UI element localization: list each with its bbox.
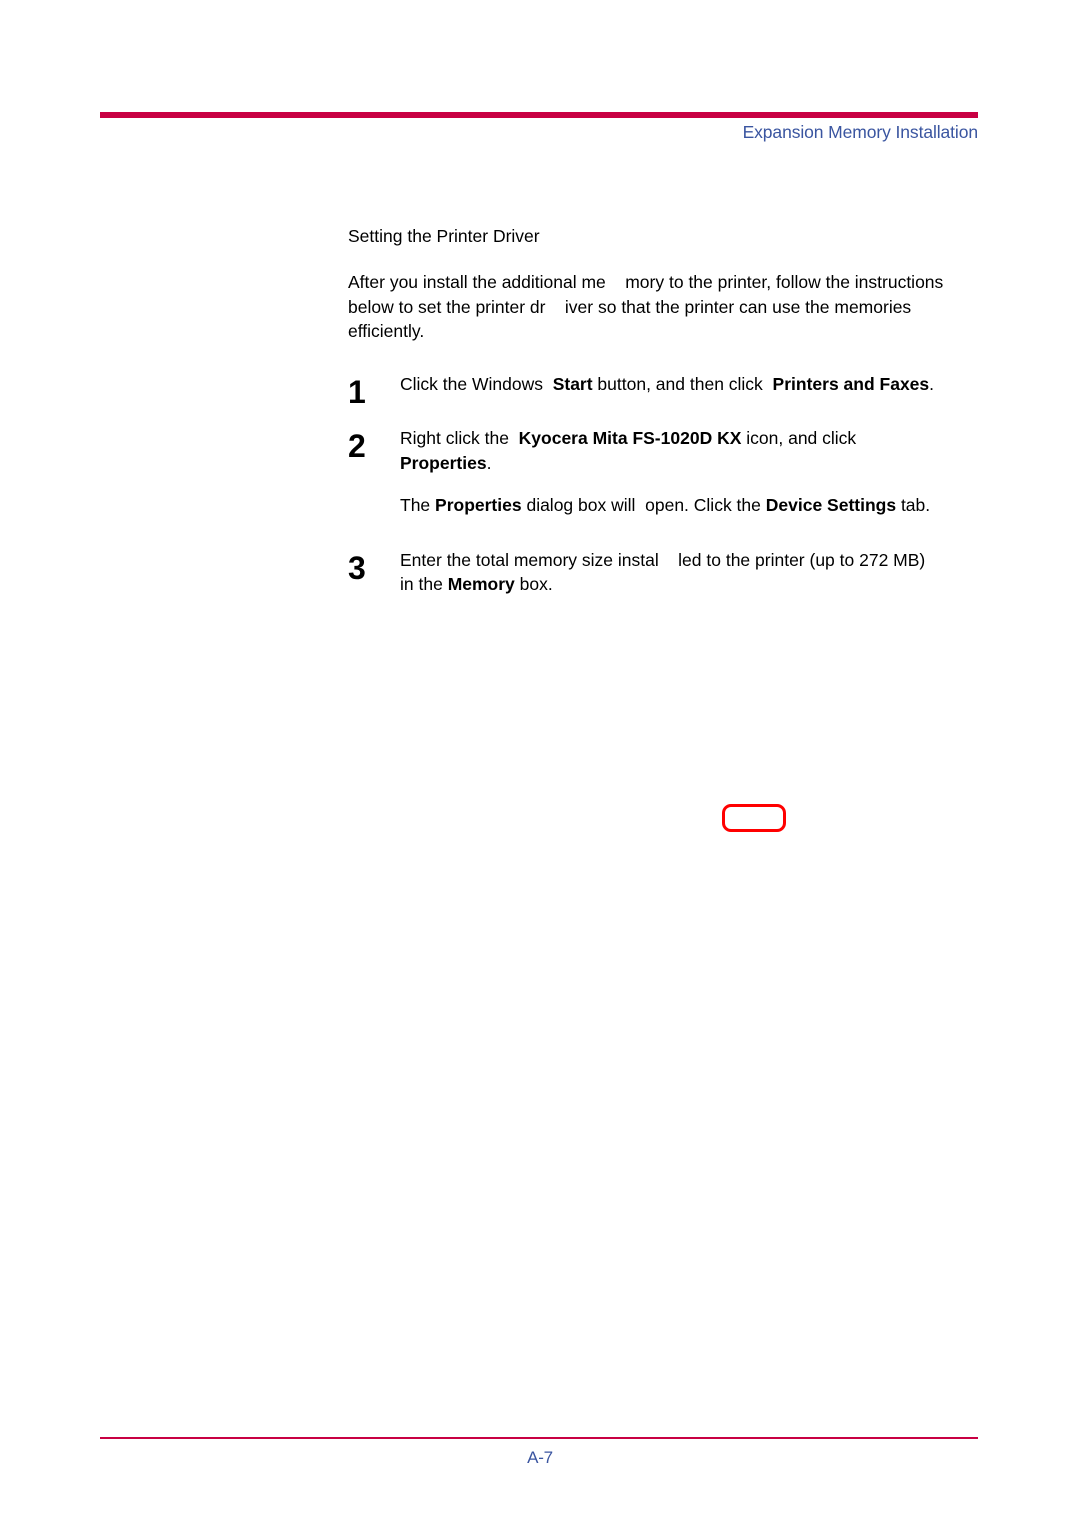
step-2-text-part-2: icon, and click bbox=[746, 428, 857, 448]
step-3-bold-1: Memory bbox=[447, 574, 515, 594]
step-2: 2 Right click the Kyocera Mita FS-1020D … bbox=[348, 426, 988, 475]
intro-paragraph: After you install the additional me mory… bbox=[348, 272, 949, 341]
step-2-bold-2: Properties bbox=[400, 452, 487, 473]
header-title: Expansion Memory Installation bbox=[742, 122, 979, 142]
section-heading: Setting the Printer Driver bbox=[348, 226, 540, 246]
step-3-number: 3 bbox=[348, 549, 366, 586]
note-text-part-1: The bbox=[400, 495, 436, 515]
header-rule bbox=[100, 112, 978, 118]
note-bold-2: Device Settings bbox=[765, 495, 897, 515]
step-2-number: 2 bbox=[348, 428, 366, 464]
step-1-text-part-1: Click the Windows bbox=[400, 373, 553, 394]
step-1-bold-2: Printers and Faxes bbox=[772, 373, 930, 394]
step-1-number: 1 bbox=[348, 373, 366, 410]
step-1-text-part-2: button, and then click bbox=[592, 373, 773, 394]
page-content: Setting the Printer Driver After you ins… bbox=[348, 224, 988, 607]
note-bold-1: Properties bbox=[435, 495, 522, 515]
footer-rule bbox=[100, 1437, 978, 1439]
document-page: Expansion Memory Installation Setting th… bbox=[0, 0, 1080, 1528]
step-2-bold-1: Kyocera Mita FS-1020D KX bbox=[518, 428, 742, 448]
page-number: A-7 bbox=[527, 1448, 553, 1467]
step-2-text-part-3: . bbox=[486, 452, 492, 473]
properties-note: The Properties dialog box will open. Cli… bbox=[400, 493, 988, 518]
step-1-text-part-3: . bbox=[929, 373, 935, 394]
step-3-text: Enter the total memory size instal led t… bbox=[400, 548, 988, 597]
note-text-part-2: dialog box will open. Click the bbox=[521, 495, 766, 515]
step-3-text-part-2: box. bbox=[514, 574, 553, 594]
step-1-text: Click the Windows Start button, and then… bbox=[400, 372, 988, 397]
red-callout-box bbox=[722, 804, 786, 832]
step-2-text-part-1: Right click the bbox=[400, 428, 519, 448]
step-1-bold-1: Start bbox=[552, 373, 593, 394]
step-1: 1 Click the Windows Start button, and th… bbox=[348, 372, 988, 408]
step-3: 3 Enter the total memory size instal led… bbox=[348, 548, 988, 597]
step-2-text: Right click the Kyocera Mita FS-1020D KX… bbox=[400, 426, 988, 475]
note-text-part-3: tab. bbox=[896, 495, 931, 515]
